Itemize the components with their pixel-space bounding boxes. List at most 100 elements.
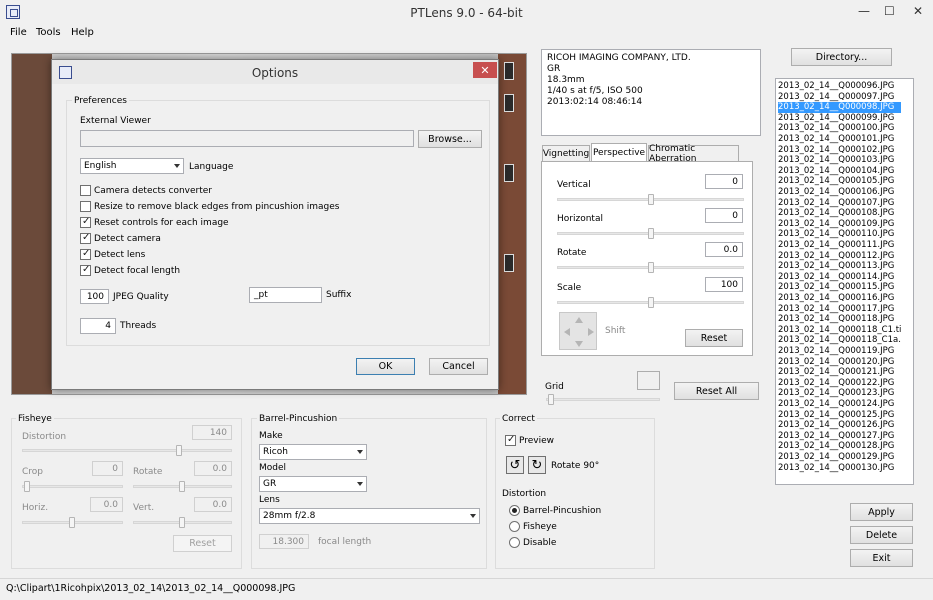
file-list-item[interactable]: 2013_02_14__Q000130.JPG (778, 463, 901, 474)
file-list-item[interactable]: 2013_02_14__Q000096.JPG (778, 81, 901, 92)
vertical-input[interactable]: 0 (705, 174, 743, 189)
crop-input[interactable]: 0 (92, 461, 123, 476)
jpeg-quality-input[interactable]: 100 (80, 289, 109, 304)
ok-button[interactable]: OK (356, 358, 415, 375)
perspective-reset-button[interactable]: Reset (685, 329, 743, 347)
close-window-button[interactable]: ✕ (913, 4, 923, 18)
grid-slider-thumb[interactable] (548, 394, 554, 405)
horizontal-input[interactable]: 0 (705, 208, 743, 223)
file-list-item[interactable]: 2013_02_14__Q000115.JPG (778, 282, 901, 293)
checkbox[interactable] (505, 434, 516, 446)
check-detect-focal-length[interactable]: Detect focal length (80, 264, 180, 276)
file-list-item[interactable]: 2013_02_14__Q000104.JPG (778, 166, 901, 177)
file-list-item[interactable]: 2013_02_14__Q000113.JPG (778, 261, 901, 272)
menu-file[interactable]: File (10, 27, 27, 38)
focal-length-input[interactable]: 18.300 (259, 534, 309, 549)
radio-button[interactable] (509, 537, 520, 548)
file-list-item[interactable]: 2013_02_14__Q000118.JPG (778, 314, 901, 325)
file-list[interactable]: 2013_02_14__Q000096.JPG 2013_02_14__Q0000… (775, 78, 914, 485)
fisheye-distortion-track[interactable] (22, 449, 232, 452)
file-list-item[interactable]: 2013_02_14__Q000110.JPG (778, 229, 901, 240)
checkbox[interactable] (80, 185, 91, 196)
preview-checkbox[interactable]: Preview (505, 434, 554, 446)
browse-button[interactable]: Browse... (418, 130, 482, 148)
fisheye-reset-button[interactable]: Reset (173, 535, 232, 552)
lens-select[interactable]: 28mm f/2.8 (259, 508, 480, 524)
exit-button[interactable]: Exit (850, 549, 913, 567)
grid-slider-track[interactable] (546, 398, 660, 401)
radio-button[interactable] (509, 521, 520, 532)
fisheye-distortion-input[interactable]: 140 (192, 425, 232, 440)
checkbox[interactable] (80, 232, 91, 244)
apply-button[interactable]: Apply (850, 503, 913, 521)
file-list-item[interactable]: 2013_02_14__Q000128.JPG (778, 441, 901, 452)
checkbox[interactable] (80, 201, 91, 212)
file-list-item[interactable]: 2013_02_14__Q000101.JPG (778, 134, 901, 145)
file-list-item[interactable]: 2013_02_14__Q000118_C1.tif (778, 325, 901, 336)
checkbox[interactable] (80, 264, 91, 276)
tab-chromatic-aberration[interactable]: Chromatic Aberration (648, 144, 739, 164)
file-list-item[interactable]: 2013_02_14__Q000122.JPG (778, 378, 901, 389)
file-list-item[interactable]: 2013_02_14__Q000123.JPG (778, 388, 901, 399)
horizontal-slider-thumb[interactable] (648, 228, 654, 239)
scale-slider-thumb[interactable] (648, 297, 654, 308)
file-list-item[interactable]: 2013_02_14__Q000109.JPG (778, 219, 901, 230)
checkbox[interactable] (80, 216, 91, 228)
horiz-input[interactable]: 0.0 (90, 497, 123, 512)
rotate-cw-button[interactable]: ↻ (528, 456, 546, 474)
reset-all-button[interactable]: Reset All (674, 382, 759, 400)
radio-disable[interactable]: Disable (509, 537, 556, 548)
dialog-close-button[interactable]: ✕ (473, 62, 497, 78)
file-list-item[interactable]: 2013_02_14__Q000121.JPG (778, 367, 901, 378)
file-list-item[interactable]: 2013_02_14__Q000106.JPG (778, 187, 901, 198)
file-list-item[interactable]: 2013_02_14__Q000126.JPG (778, 420, 901, 431)
grid-color-swatch[interactable] (637, 371, 660, 390)
fisheye-distortion-thumb[interactable] (176, 445, 182, 456)
language-select[interactable]: English (80, 158, 184, 174)
fisheye-rotate-thumb[interactable] (179, 481, 185, 492)
vert-input[interactable]: 0.0 (194, 497, 232, 512)
file-list-item[interactable]: 2013_02_14__Q000124.JPG (778, 399, 901, 410)
file-list-item[interactable]: 2013_02_14__Q000097.JPG (778, 92, 901, 103)
check-resize-remove-black-edges[interactable]: Resize to remove black edges from pincus… (80, 201, 340, 212)
delete-button[interactable]: Delete (850, 526, 913, 544)
vertical-slider-thumb[interactable] (648, 194, 654, 205)
file-list-item[interactable]: 2013_02_14__Q000098.JPG (778, 102, 901, 114)
check-camera-detects-converter[interactable]: Camera detects converter (80, 185, 212, 196)
file-list-item[interactable]: 2013_02_14__Q000117.JPG (778, 304, 901, 315)
file-list-item[interactable]: 2013_02_14__Q000116.JPG (778, 293, 901, 304)
file-list-item[interactable]: 2013_02_14__Q000129.JPG (778, 452, 901, 463)
file-list-item[interactable]: 2013_02_14__Q000112.JPG (778, 251, 901, 262)
fisheye-rotate-input[interactable]: 0.0 (194, 461, 232, 476)
rotate-input[interactable]: 0.0 (705, 242, 743, 257)
suffix-input[interactable]: _pt (249, 287, 322, 303)
rotate-ccw-button[interactable]: ↺ (506, 456, 524, 474)
checkbox[interactable] (80, 248, 91, 260)
file-list-item[interactable]: 2013_02_14__Q000127.JPG (778, 431, 901, 442)
radio-barrel-pincushion[interactable]: Barrel-Pincushion (509, 505, 601, 516)
maximize-button[interactable]: ☐ (884, 4, 895, 18)
shift-pad[interactable] (559, 312, 597, 350)
vert-thumb[interactable] (179, 517, 185, 528)
file-list-item[interactable]: 2013_02_14__Q000111.JPG (778, 240, 901, 251)
horiz-thumb[interactable] (69, 517, 75, 528)
file-list-item[interactable]: 2013_02_14__Q000108.JPG (778, 208, 901, 219)
crop-thumb[interactable] (24, 481, 30, 492)
check-reset-controls[interactable]: Reset controls for each image (80, 216, 229, 228)
file-list-item[interactable]: 2013_02_14__Q000100.JPG (778, 123, 901, 134)
file-list-item[interactable]: 2013_02_14__Q000119.JPG (778, 346, 901, 357)
external-viewer-input[interactable] (80, 130, 414, 147)
menu-help[interactable]: Help (71, 27, 94, 38)
file-list-item[interactable]: 2013_02_14__Q000102.JPG (778, 145, 901, 156)
directory-button[interactable]: Directory... (791, 48, 892, 66)
scale-input[interactable]: 100 (705, 277, 743, 292)
make-select[interactable]: Ricoh (259, 444, 367, 460)
tab-vignetting[interactable]: Vignetting (542, 145, 590, 162)
menu-tools[interactable]: Tools (36, 27, 61, 38)
file-list-item[interactable]: 2013_02_14__Q000103.JPG (778, 155, 901, 166)
threads-input[interactable]: 4 (80, 318, 116, 334)
radio-button[interactable] (509, 505, 520, 516)
file-list-item[interactable]: 2013_02_14__Q000120.JPG (778, 357, 901, 368)
tab-perspective[interactable]: Perspective (591, 143, 647, 162)
minimize-button[interactable]: — (858, 4, 870, 18)
